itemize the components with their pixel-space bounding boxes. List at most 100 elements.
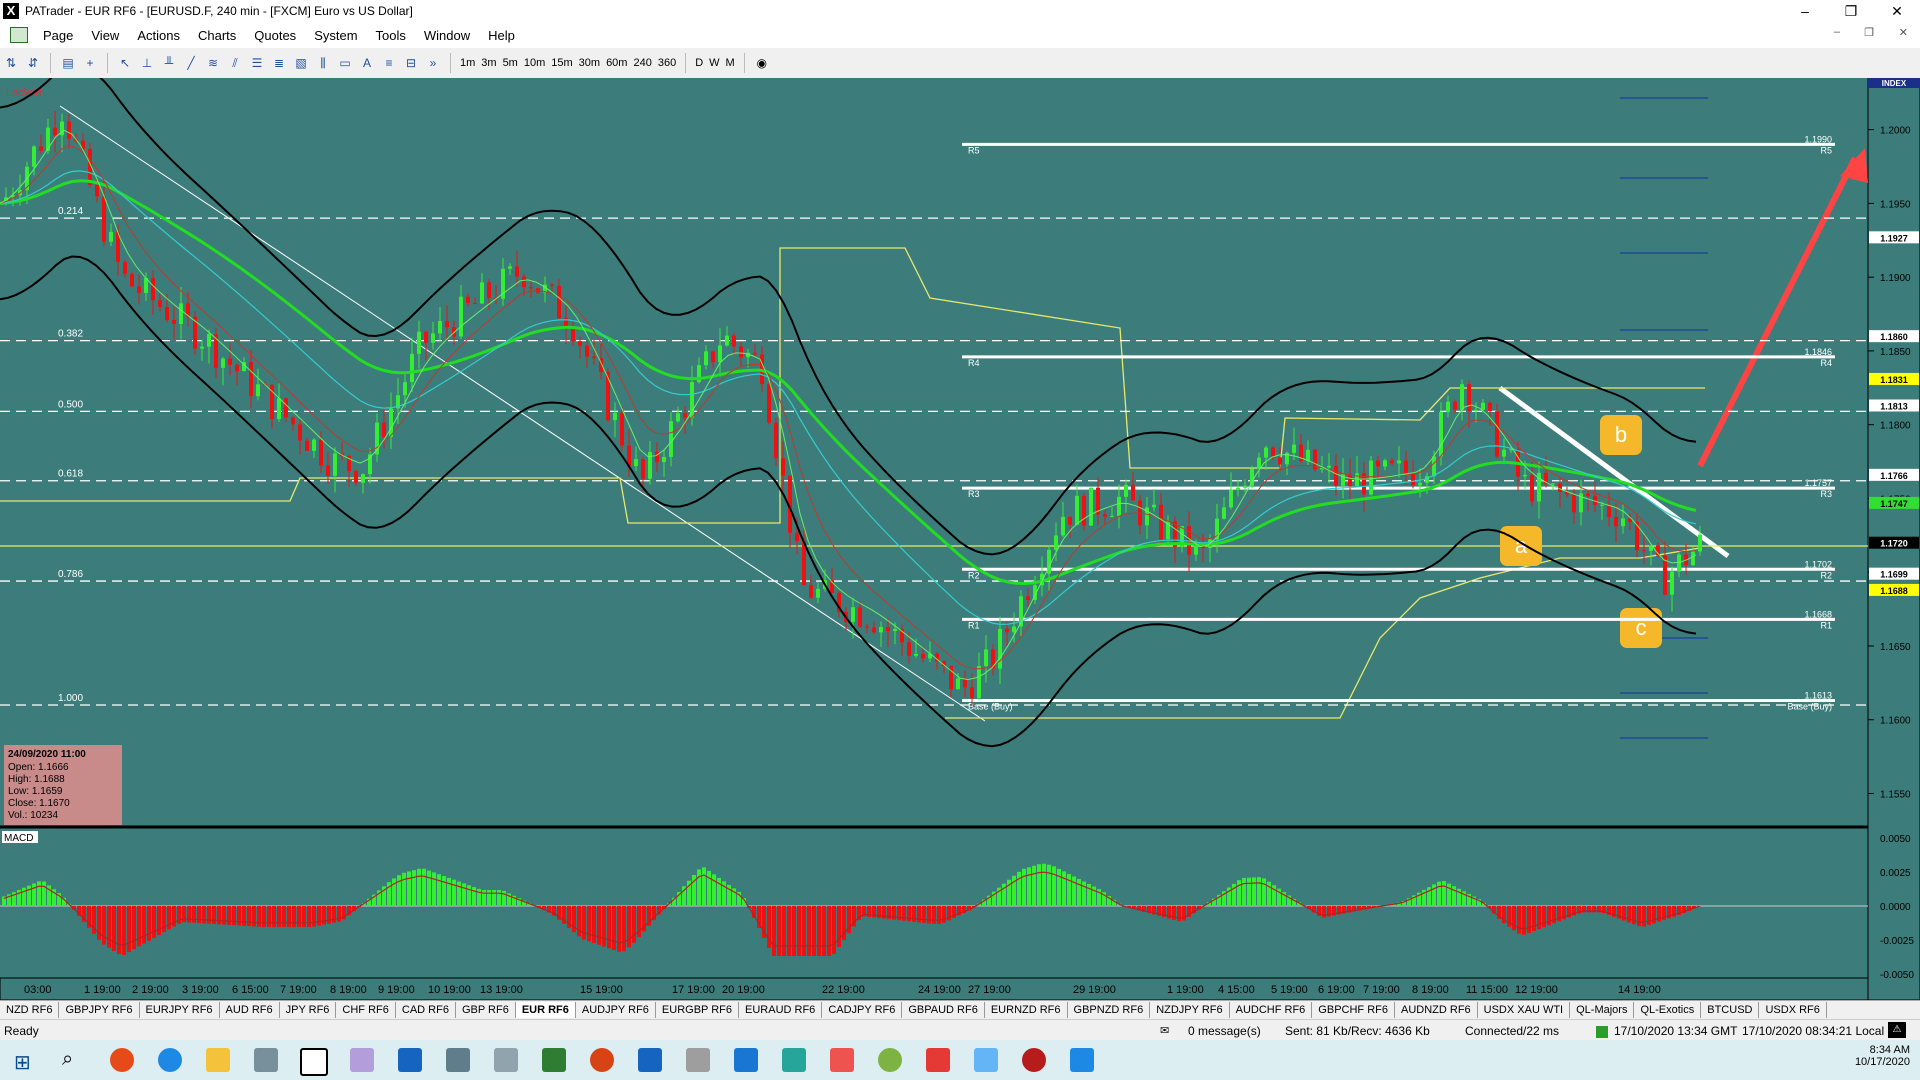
symbol-tab[interactable]: AUDNZD RF6 [1395, 1002, 1478, 1018]
message-icon[interactable]: ✉ [1160, 1024, 1169, 1037]
mdi-minimize-button[interactable]: – [1834, 26, 1840, 38]
excel-icon[interactable] [542, 1048, 566, 1072]
menu-tools[interactable]: Tools [367, 28, 415, 43]
symbol-tab[interactable]: EURJPY RF6 [140, 1002, 220, 1018]
page-icon[interactable] [10, 27, 28, 43]
chart-window[interactable]: INDEX Locked MACD a b c 24/09/2020 11:00… [0, 63, 1920, 1008]
symbol-tab[interactable]: QL-Exotics [1634, 1002, 1702, 1018]
more-tools-icon[interactable]: » [425, 55, 441, 71]
app-icon-generic[interactable] [350, 1048, 374, 1072]
fibonacci-icon[interactable]: ☰ [249, 55, 265, 71]
symbol-tab[interactable]: NZD RF6 [0, 1002, 60, 1018]
maximize-button[interactable]: ❐ [1828, 0, 1874, 22]
symbol-tab[interactable]: AUD RF6 [220, 1002, 280, 1018]
period-weekly-button[interactable]: W [709, 57, 719, 69]
calculator-icon[interactable] [446, 1048, 470, 1072]
app-icon-generic[interactable] [782, 1048, 806, 1072]
mdi-close-button[interactable]: ✕ [1899, 26, 1908, 39]
period-daily-button[interactable]: D [695, 57, 703, 69]
symbol-tab[interactable]: CADJPY RF6 [822, 1002, 903, 1018]
menu-help[interactable]: Help [479, 28, 524, 43]
taskbar-clock[interactable]: 8:34 AM 10/17/2020 [1855, 1044, 1910, 1068]
symbol-tab[interactable]: NZDJPY RF6 [1150, 1002, 1230, 1018]
powerpoint-icon[interactable] [590, 1048, 614, 1072]
symbol-tab[interactable]: AUDCHF RF6 [1230, 1002, 1313, 1018]
chart-icon[interactable]: ▤ [60, 55, 76, 71]
edge-icon[interactable] [158, 1048, 182, 1072]
search-icon[interactable]: ⌕ [62, 1048, 73, 1071]
symbol-tab[interactable]: GBPCHF RF6 [1312, 1002, 1395, 1018]
timeframe-1m-button[interactable]: 1m [460, 57, 475, 69]
close-button[interactable]: ✕ [1874, 0, 1920, 22]
symbol-tab[interactable]: GBPJPY RF6 [59, 1002, 140, 1018]
symbol-tab[interactable]: EURNZD RF6 [985, 1002, 1068, 1018]
app-icon-generic[interactable] [1070, 1048, 1094, 1072]
menu-quotes[interactable]: Quotes [245, 28, 305, 43]
symbol-tab[interactable]: GBPAUD RF6 [902, 1002, 985, 1018]
timeframe-3m-button[interactable]: 3m [481, 57, 496, 69]
timeframe-60m-button[interactable]: 60m [606, 57, 627, 69]
fib-extension-icon[interactable]: ≣ [271, 55, 287, 71]
skype-icon[interactable] [734, 1048, 758, 1072]
word-icon[interactable] [638, 1048, 662, 1072]
symbol-tab[interactable]: BTCUSD [1701, 1002, 1760, 1018]
app-icon-generic[interactable] [974, 1048, 998, 1072]
levels-icon[interactable]: ≡ [381, 55, 397, 71]
symbol-tab[interactable]: CAD RF6 [396, 1002, 456, 1018]
symbol-tab[interactable]: USDX XAU WTI [1478, 1002, 1571, 1018]
crosshair-icon[interactable]: + [82, 55, 98, 71]
app-icon-generic[interactable] [878, 1048, 902, 1072]
status-messages[interactable]: 0 message(s) [1188, 1024, 1261, 1038]
outlook-icon[interactable] [398, 1048, 422, 1072]
menu-system[interactable]: System [305, 28, 366, 43]
menu-charts[interactable]: Charts [189, 28, 245, 43]
symbol-tab[interactable]: AUDJPY RF6 [576, 1002, 656, 1018]
app-icon-generic[interactable] [1022, 1048, 1046, 1072]
symbol-tab[interactable]: GBP RF6 [456, 1002, 516, 1018]
menu-actions[interactable]: Actions [128, 28, 189, 43]
trendline-icon[interactable]: ╱ [183, 55, 199, 71]
timeframe-240-button[interactable]: 240 [633, 57, 651, 69]
app-icon-generic[interactable] [254, 1048, 278, 1072]
cycle-icon[interactable]: ⫼ [315, 55, 331, 71]
timeframe-360-button[interactable]: 360 [658, 57, 676, 69]
windows-start-icon[interactable]: ⊞ [14, 1050, 31, 1075]
horizontal-line-icon[interactable]: ⊥ [139, 55, 155, 71]
symbol-tab[interactable]: EURGBP RF6 [656, 1002, 740, 1018]
link-up-icon[interactable]: ⇅ [3, 55, 19, 71]
app-icon-generic[interactable] [494, 1048, 518, 1072]
symbol-tab[interactable]: USDX RF6 [1759, 1002, 1827, 1018]
text-icon[interactable]: A [359, 55, 375, 71]
symbol-tab[interactable]: GBPNZD RF6 [1068, 1002, 1151, 1018]
chrome-icon[interactable] [110, 1048, 134, 1072]
symbol-tab[interactable]: EURAUD RF6 [739, 1002, 823, 1018]
mdi-restore-button[interactable]: ❐ [1864, 26, 1874, 39]
timeframe-30m-button[interactable]: 30m [579, 57, 600, 69]
patrader-icon[interactable] [300, 1048, 328, 1076]
fan-icon[interactable]: ≋ [205, 55, 221, 71]
link-down-icon[interactable]: ⇵ [25, 55, 41, 71]
symbol-tab[interactable]: QL-Majors [1570, 1002, 1635, 1018]
symbol-tab[interactable]: JPY RF6 [280, 1002, 337, 1018]
clock-icon[interactable]: ◉ [754, 55, 770, 71]
timeframe-10m-button[interactable]: 10m [524, 57, 545, 69]
timeframe-15m-button[interactable]: 15m [551, 57, 572, 69]
app-icon-generic[interactable] [830, 1048, 854, 1072]
menu-window[interactable]: Window [415, 28, 479, 43]
rectangle-icon[interactable]: ▭ [337, 55, 353, 71]
app-icon-generic[interactable] [926, 1048, 950, 1072]
pitchfork-icon[interactable]: ⫽ [227, 55, 243, 71]
cursor-icon[interactable]: ↖ [117, 55, 133, 71]
symbol-tab[interactable]: EUR RF6 [515, 1002, 576, 1018]
price-chart[interactable]: INDEX Locked MACD a b c 24/09/2020 11:00… [0, 63, 1920, 1001]
menu-page[interactable]: Page [34, 28, 82, 43]
vertical-line-icon[interactable]: ╨ [161, 55, 177, 71]
file-explorer-icon[interactable] [206, 1048, 230, 1072]
menu-view[interactable]: View [82, 28, 128, 43]
channel-icon[interactable]: ▧ [293, 55, 309, 71]
extended-levels-icon[interactable]: ⊟ [403, 55, 419, 71]
symbol-tab[interactable]: CHF RF6 [336, 1002, 396, 1018]
app-icon-generic[interactable] [686, 1048, 710, 1072]
period-monthly-button[interactable]: M [726, 57, 735, 69]
minimize-button[interactable]: – [1782, 0, 1828, 22]
